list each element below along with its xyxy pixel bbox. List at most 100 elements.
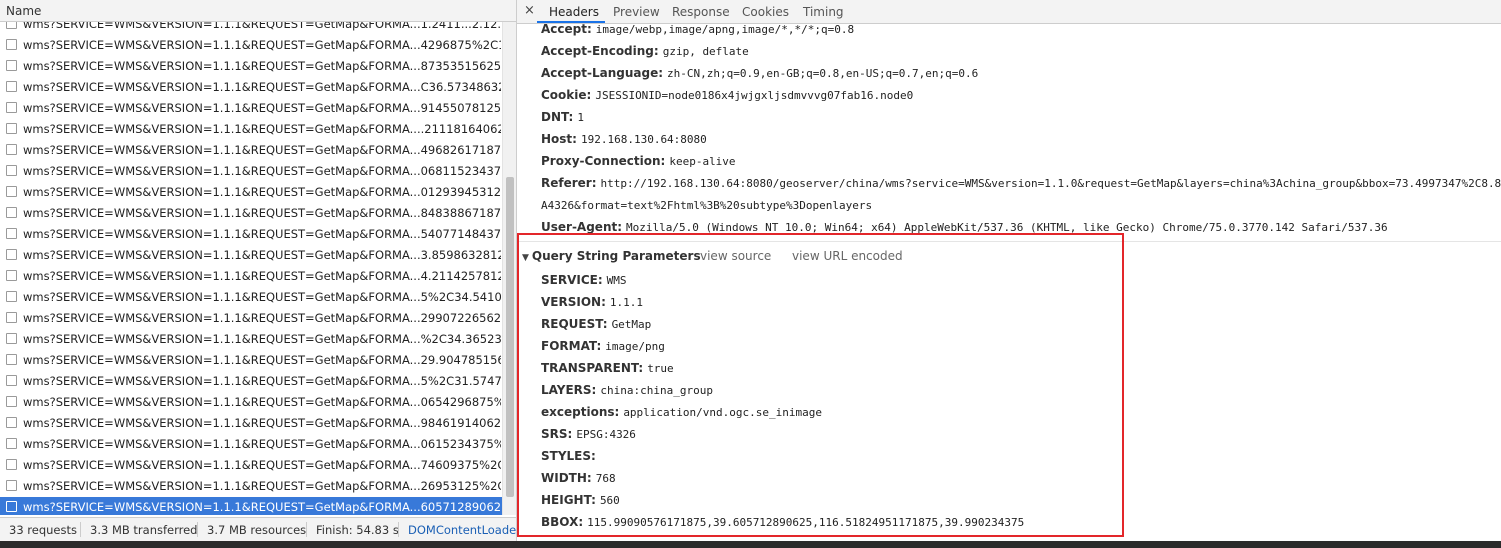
request-name: wms?SERVICE=WMS&VERSION=1.1.1&REQUEST=Ge… bbox=[23, 38, 501, 52]
section-divider bbox=[517, 241, 1501, 242]
close-icon[interactable]: × bbox=[524, 3, 535, 18]
request-name: wms?SERVICE=WMS&VERSION=1.1.1&REQUEST=Ge… bbox=[23, 290, 501, 304]
request-row[interactable]: wms?SERVICE=WMS&VERSION=1.1.1&REQUEST=Ge… bbox=[0, 77, 502, 98]
header-value: http://192.168.130.64:8080/geoserver/chi… bbox=[600, 177, 1501, 190]
param-value: WMS bbox=[606, 274, 627, 287]
header-value: A4326&format=text%2Fhtml%3B%20subtype%3D… bbox=[541, 199, 873, 212]
param-value: 1.1.1 bbox=[609, 296, 643, 309]
request-count: 33 requests bbox=[9, 523, 77, 537]
request-row[interactable]: wms?SERVICE=WMS&VERSION=1.1.1&REQUEST=Ge… bbox=[0, 119, 502, 140]
status-divider bbox=[306, 522, 307, 537]
param-key: REQUEST: bbox=[541, 317, 608, 331]
status-divider bbox=[80, 522, 81, 537]
network-summary-bar: 33 requests 3.3 MB transferred 3.7 MB re… bbox=[0, 517, 524, 541]
param-value: 115.99090576171875,39.605712890625,116.5… bbox=[587, 516, 1025, 529]
request-file-icon bbox=[6, 249, 17, 260]
query-param-row: VERSION: 1.1.1 bbox=[541, 295, 643, 309]
request-row[interactable]: wms?SERVICE=WMS&VERSION=1.1.1&REQUEST=Ge… bbox=[0, 476, 502, 497]
request-name: wms?SERVICE=WMS&VERSION=1.1.1&REQUEST=Ge… bbox=[23, 353, 501, 367]
param-key: SRS: bbox=[541, 427, 573, 441]
param-value: GetMap bbox=[611, 318, 652, 331]
request-file-icon bbox=[6, 39, 17, 50]
request-file-icon bbox=[6, 102, 17, 113]
request-row[interactable]: wms?SERVICE=WMS&VERSION=1.1.1&REQUEST=Ge… bbox=[0, 224, 502, 245]
param-value: EPSG:4326 bbox=[576, 428, 636, 441]
request-file-icon bbox=[6, 270, 17, 281]
tab-headers[interactable]: Headers bbox=[549, 5, 599, 19]
param-value: china:china_group bbox=[600, 384, 713, 397]
query-string-section-header[interactable]: ▼ Query String Parameters view source vie… bbox=[522, 249, 903, 263]
request-name: wms?SERVICE=WMS&VERSION=1.1.1&REQUEST=Ge… bbox=[23, 311, 501, 325]
request-file-icon bbox=[6, 60, 17, 71]
name-column-header[interactable]: Name bbox=[0, 0, 516, 22]
header-value: JSESSIONID=node0186x4jwjgxljsdmvvvg07fab… bbox=[595, 89, 914, 102]
tab-timing[interactable]: Timing bbox=[803, 5, 844, 19]
param-key: STYLES: bbox=[541, 449, 596, 463]
request-row[interactable]: wms?SERVICE=WMS&VERSION=1.1.1&REQUEST=Ge… bbox=[0, 413, 502, 434]
request-header-row: User-Agent: Mozilla/5.0 (Windows NT 10.0;… bbox=[541, 220, 1388, 234]
request-row[interactable]: wms?SERVICE=WMS&VERSION=1.1.1&REQUEST=Ge… bbox=[0, 56, 502, 77]
request-file-icon bbox=[6, 396, 17, 407]
domcontentloaded-time[interactable]: DOMContentLoaded bbox=[408, 523, 524, 537]
query-string-title: Query String Parameters bbox=[531, 249, 701, 263]
view-url-encoded-link[interactable]: view URL encoded bbox=[792, 249, 903, 263]
request-file-icon bbox=[6, 438, 17, 449]
request-row[interactable]: wms?SERVICE=WMS&VERSION=1.1.1&REQUEST=Ge… bbox=[0, 266, 502, 287]
view-source-link[interactable]: view source bbox=[700, 249, 771, 263]
request-file-icon bbox=[6, 81, 17, 92]
header-key: Host: bbox=[541, 132, 577, 146]
param-value: true bbox=[647, 362, 674, 375]
request-name: wms?SERVICE=WMS&VERSION=1.1.1&REQUEST=Ge… bbox=[23, 458, 501, 472]
request-row[interactable]: wms?SERVICE=WMS&VERSION=1.1.1&REQUEST=Ge… bbox=[0, 497, 502, 515]
tab-response[interactable]: Response bbox=[672, 5, 730, 19]
request-file-icon bbox=[6, 333, 17, 344]
details-tabbar: × Headers Preview Response Cookies Timin… bbox=[517, 0, 1501, 24]
status-divider bbox=[398, 522, 399, 537]
request-header-row: Cookie: JSESSIONID=node0186x4jwjgxljsdmvv… bbox=[541, 88, 913, 102]
request-row[interactable]: wms?SERVICE=WMS&VERSION=1.1.1&REQUEST=Ge… bbox=[0, 203, 502, 224]
request-row[interactable]: wms?SERVICE=WMS&VERSION=1.1.1&REQUEST=Ge… bbox=[0, 22, 502, 35]
param-key: exceptions: bbox=[541, 405, 620, 419]
request-row[interactable]: wms?SERVICE=WMS&VERSION=1.1.1&REQUEST=Ge… bbox=[0, 245, 502, 266]
query-param-row: BBOX: 115.99090576171875,39.605712890625,… bbox=[541, 515, 1024, 529]
scrollbar-thumb[interactable] bbox=[506, 177, 514, 497]
request-file-icon bbox=[6, 354, 17, 365]
request-header-row: Proxy-Connection: keep-alive bbox=[541, 154, 736, 168]
request-row[interactable]: wms?SERVICE=WMS&VERSION=1.1.1&REQUEST=Ge… bbox=[0, 350, 502, 371]
request-row[interactable]: wms?SERVICE=WMS&VERSION=1.1.1&REQUEST=Ge… bbox=[0, 329, 502, 350]
param-key: SERVICE: bbox=[541, 273, 603, 287]
request-list-scrollbar[interactable] bbox=[502, 22, 516, 515]
param-value: image/png bbox=[605, 340, 665, 353]
header-key: Accept: bbox=[541, 22, 592, 36]
request-file-icon bbox=[6, 186, 17, 197]
query-param-row: SERVICE: WMS bbox=[541, 273, 627, 287]
status-divider bbox=[197, 522, 198, 537]
request-name: wms?SERVICE=WMS&VERSION=1.1.1&REQUEST=Ge… bbox=[23, 479, 501, 493]
request-file-icon bbox=[6, 459, 17, 470]
request-row[interactable]: wms?SERVICE=WMS&VERSION=1.1.1&REQUEST=Ge… bbox=[0, 308, 502, 329]
request-row[interactable]: wms?SERVICE=WMS&VERSION=1.1.1&REQUEST=Ge… bbox=[0, 98, 502, 119]
request-name: wms?SERVICE=WMS&VERSION=1.1.1&REQUEST=Ge… bbox=[23, 332, 501, 346]
bottom-edge bbox=[0, 541, 1501, 548]
header-value: image/webp,image/apng,image/*,*/*;q=0.8 bbox=[595, 23, 855, 36]
triangle-down-icon[interactable]: ▼ bbox=[522, 253, 529, 263]
request-file-icon bbox=[6, 480, 17, 491]
request-row[interactable]: wms?SERVICE=WMS&VERSION=1.1.1&REQUEST=Ge… bbox=[0, 161, 502, 182]
header-key: Proxy-Connection: bbox=[541, 154, 666, 168]
request-file-icon bbox=[6, 417, 17, 428]
tab-preview[interactable]: Preview bbox=[613, 5, 660, 19]
request-row[interactable]: wms?SERVICE=WMS&VERSION=1.1.1&REQUEST=Ge… bbox=[0, 182, 502, 203]
request-row[interactable]: wms?SERVICE=WMS&VERSION=1.1.1&REQUEST=Ge… bbox=[0, 35, 502, 56]
finish-time: Finish: 54.83 s bbox=[316, 523, 399, 537]
request-row[interactable]: wms?SERVICE=WMS&VERSION=1.1.1&REQUEST=Ge… bbox=[0, 392, 502, 413]
request-row[interactable]: wms?SERVICE=WMS&VERSION=1.1.1&REQUEST=Ge… bbox=[0, 140, 502, 161]
resources-size: 3.7 MB resources bbox=[207, 523, 307, 537]
tab-cookies[interactable]: Cookies bbox=[742, 5, 789, 19]
param-value: application/vnd.ogc.se_inimage bbox=[623, 406, 822, 419]
request-row[interactable]: wms?SERVICE=WMS&VERSION=1.1.1&REQUEST=Ge… bbox=[0, 434, 502, 455]
header-value: Mozilla/5.0 (Windows NT 10.0; Win64; x64… bbox=[626, 221, 1388, 234]
request-row[interactable]: wms?SERVICE=WMS&VERSION=1.1.1&REQUEST=Ge… bbox=[0, 455, 502, 476]
request-row[interactable]: wms?SERVICE=WMS&VERSION=1.1.1&REQUEST=Ge… bbox=[0, 287, 502, 308]
request-name: wms?SERVICE=WMS&VERSION=1.1.1&REQUEST=Ge… bbox=[23, 416, 501, 430]
request-row[interactable]: wms?SERVICE=WMS&VERSION=1.1.1&REQUEST=Ge… bbox=[0, 371, 502, 392]
